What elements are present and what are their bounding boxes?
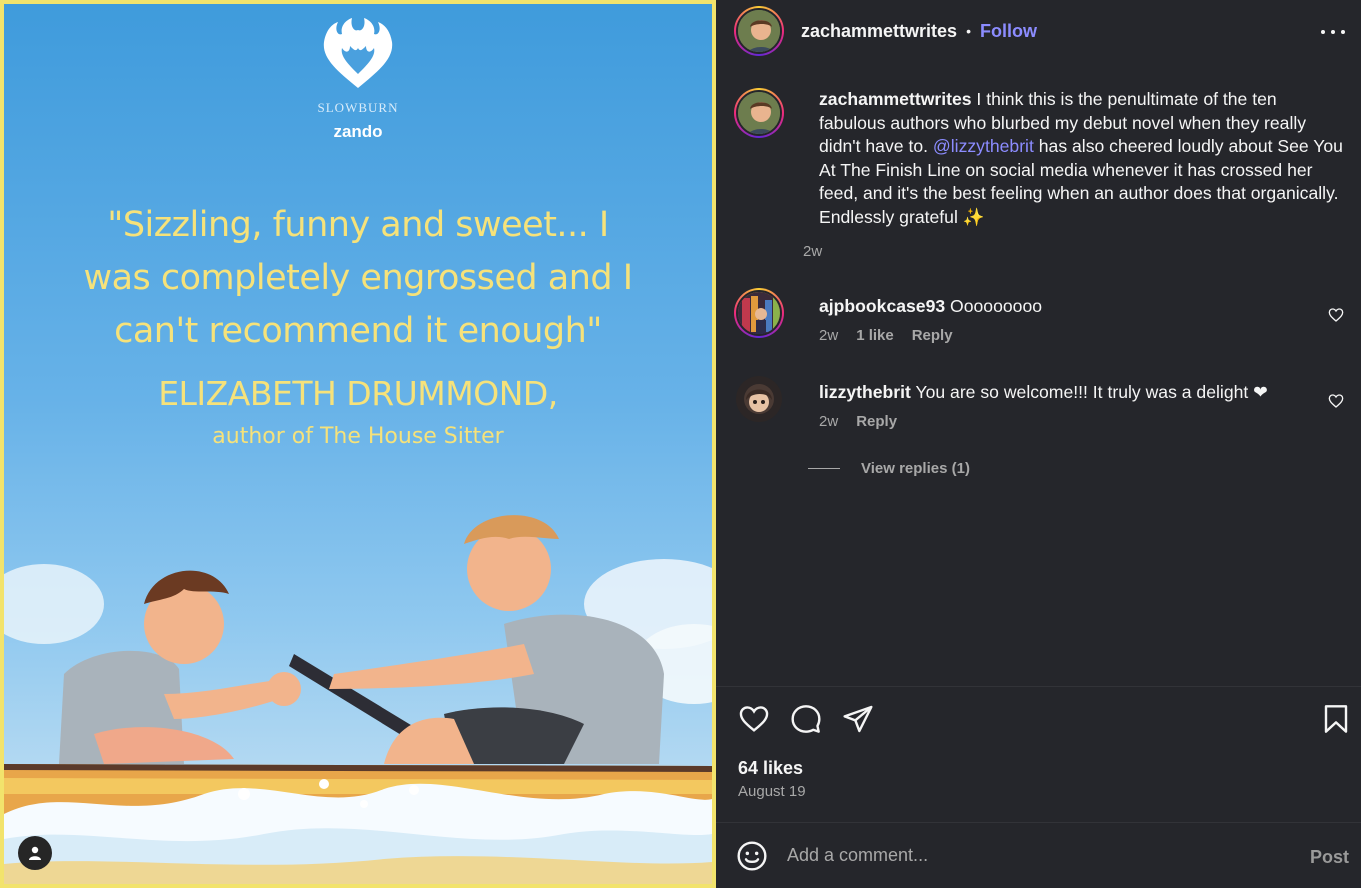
view-replies-button[interactable]: View replies (1) bbox=[808, 460, 970, 477]
quote-author-credit: author of The House Sitter bbox=[212, 424, 504, 449]
caption-text: zachammettwrites I think this is the pen… bbox=[819, 88, 1344, 230]
more-options-button[interactable] bbox=[1321, 20, 1345, 44]
user-tag-icon bbox=[29, 846, 41, 860]
share-icon bbox=[843, 705, 873, 733]
comment-text: You are so welcome!!! It truly was a del… bbox=[910, 382, 1268, 402]
blurb-quote: "Sizzling, funny and sweet... I was comp… bbox=[44, 199, 672, 358]
user-tag-button[interactable] bbox=[18, 836, 52, 870]
quote-line: can't recommend it enough" bbox=[114, 311, 602, 351]
post-header: zachammettwrites • Follow bbox=[716, 0, 1361, 62]
comment-text: Ooooooooo bbox=[945, 296, 1043, 316]
post-caption: zachammettwrites I think this is the pen… bbox=[734, 88, 1344, 230]
post-actions-bar bbox=[716, 686, 1361, 752]
heart-icon bbox=[739, 706, 769, 732]
caption-timestamp[interactable]: 2w bbox=[803, 243, 822, 260]
comment-likes-count[interactable]: 1 like bbox=[856, 327, 894, 344]
commenter-avatar[interactable] bbox=[734, 288, 784, 338]
mention-link[interactable]: @lizzythebrit bbox=[933, 136, 1034, 156]
reply-button[interactable]: Reply bbox=[856, 413, 897, 430]
like-button[interactable] bbox=[738, 703, 770, 740]
post-sidebar: zachammettwrites • Follow zachammettwrit… bbox=[716, 0, 1361, 888]
comment-input[interactable] bbox=[787, 845, 1287, 866]
publisher-name: zando bbox=[333, 122, 383, 141]
comment-username[interactable]: lizzythebrit bbox=[819, 382, 911, 402]
quote-author: ELIZABETH DRUMMOND, bbox=[158, 374, 558, 413]
reply-button[interactable]: Reply bbox=[912, 327, 953, 344]
author-username[interactable]: zachammettwrites bbox=[801, 21, 957, 42]
save-button[interactable] bbox=[1320, 703, 1352, 740]
comment-like-button[interactable] bbox=[1328, 307, 1344, 328]
more-icon bbox=[1321, 30, 1325, 34]
author-avatar-image bbox=[736, 8, 782, 54]
heart-icon bbox=[1328, 394, 1344, 408]
comment-username[interactable]: ajpbookcase93 bbox=[819, 296, 945, 316]
rowing-illustration bbox=[4, 515, 712, 884]
quote-line: "Sizzling, funny and sweet... I bbox=[107, 205, 609, 245]
caption-avatar[interactable] bbox=[734, 88, 784, 138]
comment: lizzythebrit You are so welcome!!! It tr… bbox=[734, 374, 1344, 430]
comment-like-button[interactable] bbox=[1328, 393, 1344, 414]
comment-button[interactable] bbox=[790, 703, 822, 740]
bookmark-icon bbox=[1324, 705, 1348, 733]
comment: ajpbookcase93 Ooooooooo 2w 1 like Reply bbox=[734, 288, 1344, 344]
heart-icon bbox=[1328, 308, 1344, 322]
flame-heart-logo-icon bbox=[323, 18, 393, 88]
comment-icon bbox=[791, 705, 821, 733]
post-image[interactable]: SLOWBURN zando "Sizzling, funny and swee… bbox=[0, 0, 716, 888]
follow-button[interactable]: Follow bbox=[980, 21, 1037, 42]
likes-count[interactable]: 64 likes bbox=[738, 758, 803, 779]
comment-timestamp[interactable]: 2w bbox=[819, 327, 838, 344]
view-replies-label: View replies (1) bbox=[861, 460, 970, 477]
comment-timestamp[interactable]: 2w bbox=[819, 413, 838, 430]
comment-composer: Post bbox=[716, 822, 1361, 888]
book-blurb-graphic: SLOWBURN zando "Sizzling, funny and swee… bbox=[4, 4, 712, 884]
publisher-logo: SLOWBURN zando bbox=[4, 18, 712, 142]
quote-line: was completely engrossed and I bbox=[83, 258, 633, 298]
commenter-avatar[interactable] bbox=[736, 376, 782, 422]
post-date[interactable]: August 19 bbox=[738, 783, 806, 800]
emoji-icon[interactable] bbox=[736, 840, 768, 872]
share-button[interactable] bbox=[842, 703, 874, 740]
caption-username[interactable]: zachammettwrites bbox=[819, 89, 972, 109]
imprint-name: SLOWBURN bbox=[317, 100, 399, 115]
separator-dot: • bbox=[966, 23, 971, 39]
post-comment-button[interactable]: Post bbox=[1310, 847, 1349, 868]
replies-divider bbox=[808, 468, 840, 469]
author-avatar[interactable] bbox=[734, 6, 784, 56]
